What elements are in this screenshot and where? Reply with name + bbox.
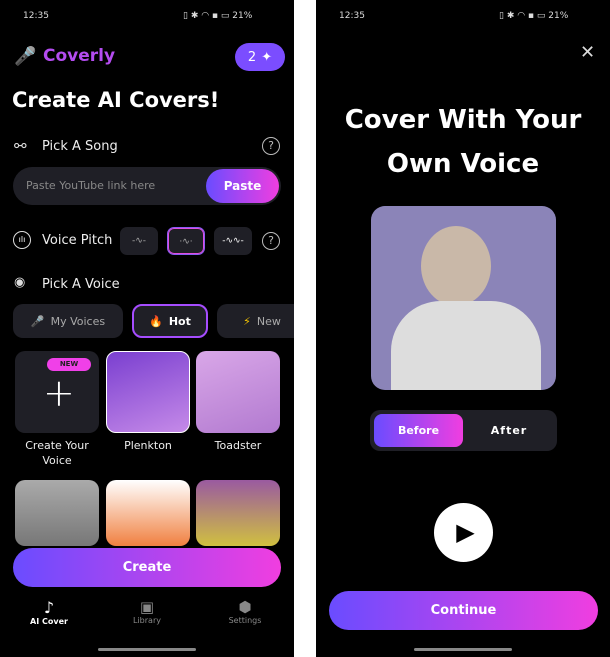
create-button[interactable]: Create	[13, 548, 281, 587]
nav-ai-cover[interactable]: ♪ AI Cover	[19, 598, 79, 626]
nav-label: Settings	[228, 616, 262, 625]
status-icons: ▯ ✱ ◠ ▪ ▭ 21%	[499, 11, 569, 21]
music-note-icon: ♪	[43, 598, 55, 617]
title-line: Cover With Your	[344, 105, 582, 135]
voice-tile[interactable]	[15, 480, 99, 546]
pitch-low-button[interactable]: -∿-	[120, 227, 158, 255]
tab-my-voices[interactable]: 🎤 My Voices	[13, 304, 123, 338]
onboarding-title: Cover With Your Own Voice	[316, 98, 610, 186]
voice-tile[interactable]	[106, 480, 190, 546]
status-time: 12:35	[23, 11, 49, 21]
onboarding-screen: 12:35 ▯ ✱ ◠ ▪ ▭ 21% ✕ Cover With Your Own…	[316, 0, 610, 657]
pick-voice-label: Pick A Voice	[42, 277, 120, 292]
brand-name: Coverly	[43, 46, 116, 66]
before-after-toggle: Before After	[370, 410, 557, 451]
home-indicator	[414, 648, 512, 651]
pick-song-label: Pick A Song	[42, 139, 118, 154]
tab-label: New	[256, 314, 281, 328]
fire-icon: 🔥	[149, 314, 163, 328]
page-title: Create AI Covers!	[12, 88, 220, 112]
help-icon[interactable]: ?	[262, 232, 280, 250]
home-indicator	[98, 648, 196, 651]
pitch-high-button[interactable]: -∿∿-	[214, 227, 252, 255]
microphone-icon: 🎤	[30, 314, 45, 328]
status-icons: ▯ ✱ ◠ ▪ ▭ 21%	[183, 11, 253, 21]
voice-tile-toadster[interactable]	[196, 351, 280, 433]
after-option[interactable]: After	[466, 414, 552, 447]
sparkle-icon: ✦	[261, 49, 273, 65]
battery-level: 21%	[548, 11, 569, 21]
tab-new[interactable]: ⚡ New	[217, 304, 294, 338]
voice-label: Plenkton	[124, 439, 172, 452]
create-covers-screen: 12:35 ▯ ✱ ◠ ▪ ▭ 21% 🎤 Coverly 2 ✦ Create …	[0, 0, 294, 657]
before-option[interactable]: Before	[374, 414, 463, 447]
create-voice-tile[interactable]: NEW +	[15, 351, 99, 433]
nav-settings[interactable]: ⬢ Settings	[215, 598, 275, 625]
paste-button[interactable]: Paste	[206, 169, 279, 203]
voice-label: Create Your Voice	[25, 439, 89, 467]
pitch-normal-button[interactable]: ·∿·	[167, 227, 205, 255]
singer-photo	[371, 206, 556, 390]
title-line: Own Voice	[386, 149, 540, 179]
library-icon: ▣	[139, 598, 155, 616]
play-button[interactable]: ▶	[434, 503, 493, 562]
nav-label: AI Cover	[30, 617, 68, 626]
nav-label: Library	[133, 616, 161, 625]
voice-wave-icon: ılı	[13, 231, 31, 249]
help-icon[interactable]: ?	[262, 137, 280, 155]
battery-level: 21%	[232, 11, 253, 21]
tab-label: My Voices	[50, 314, 106, 328]
gear-icon: ⬢	[238, 598, 252, 616]
voice-tile[interactable]	[196, 480, 280, 546]
continue-button[interactable]: Continue	[329, 591, 598, 630]
nav-library[interactable]: ▣ Library	[117, 598, 177, 625]
link-icon: ⚯	[14, 137, 27, 155]
voice-tile-plenkton[interactable]	[106, 351, 190, 433]
play-icon: ▶	[456, 518, 475, 546]
plus-icon: +	[43, 371, 75, 415]
status-time: 12:35	[339, 11, 365, 21]
link-placeholder: Paste YouTube link here	[26, 179, 156, 192]
tab-hot[interactable]: 🔥 Hot	[132, 304, 208, 338]
close-icon[interactable]: ✕	[580, 42, 595, 63]
credits-count: 2	[247, 49, 257, 65]
lightning-icon: ⚡	[243, 314, 251, 328]
youtube-link-input[interactable]: Paste YouTube link here Paste	[13, 167, 281, 205]
voice-label: Toadster	[214, 439, 262, 452]
tab-label: Hot	[168, 314, 191, 328]
new-badge: NEW	[47, 358, 91, 371]
credits-button[interactable]: 2 ✦	[235, 43, 285, 71]
voice-pitch-label: Voice Pitch	[42, 233, 113, 248]
microphone-logo-icon: 🎤	[14, 46, 37, 67]
voice-icon: ◉	[14, 275, 26, 290]
